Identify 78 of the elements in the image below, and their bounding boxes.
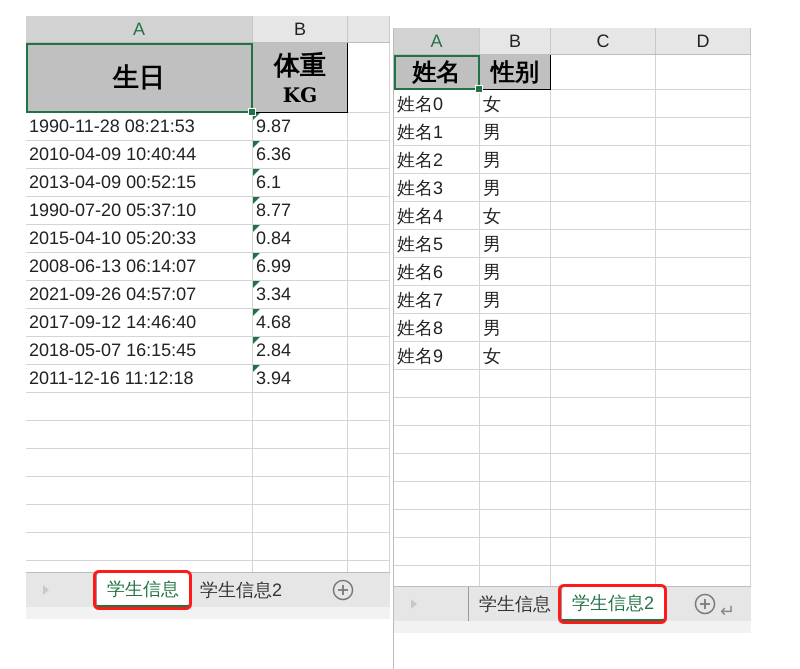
table-cell: 1990-11-28 08:21:53 bbox=[26, 113, 253, 141]
table-cell: 女 bbox=[480, 342, 551, 370]
table-cell: 0.84 bbox=[253, 225, 348, 253]
table-cell: 姓名5 bbox=[394, 230, 480, 258]
table-cell: 9.87 bbox=[253, 113, 348, 141]
empty-cell bbox=[348, 197, 390, 225]
empty-cell bbox=[480, 538, 551, 566]
empty-cell bbox=[480, 510, 551, 538]
empty-cell bbox=[480, 482, 551, 510]
table-cell: 2.84 bbox=[253, 337, 348, 365]
table-cell: 3.94 bbox=[253, 365, 348, 393]
table-cell: 6.1 bbox=[253, 169, 348, 197]
header-cell: 生日 bbox=[26, 43, 253, 113]
table-cell: 2015-04-10 05:20:33 bbox=[26, 225, 253, 253]
return-mark: ↵ bbox=[720, 600, 736, 622]
table-cell: 男 bbox=[480, 230, 551, 258]
empty-cell bbox=[348, 169, 390, 197]
table-cell: 1990-07-20 05:37:10 bbox=[26, 197, 253, 225]
column-header[interactable]: B bbox=[480, 28, 551, 54]
table-cell: 姓名4 bbox=[394, 202, 480, 230]
table-cell: 姓名9 bbox=[394, 342, 480, 370]
empty-cell bbox=[348, 421, 390, 449]
table-cell: 女 bbox=[480, 90, 551, 118]
empty-cell bbox=[348, 533, 390, 561]
table-cell: 2018-05-07 16:15:45 bbox=[26, 337, 253, 365]
header-cell: 姓名 bbox=[394, 55, 480, 90]
table-cell: 2011-12-16 11:12:18 bbox=[26, 365, 253, 393]
table-cell: 3.34 bbox=[253, 281, 348, 309]
table-cell: 男 bbox=[480, 286, 551, 314]
table-cell: 2017-09-12 14:46:40 bbox=[26, 309, 253, 337]
column-header[interactable]: B bbox=[253, 16, 348, 42]
table-cell: 姓名8 bbox=[394, 314, 480, 342]
header-cell: 性别 bbox=[480, 55, 551, 90]
table-cell: 2021-09-26 04:57:07 bbox=[26, 281, 253, 309]
table-cell: 男 bbox=[480, 314, 551, 342]
column-header[interactable]: A bbox=[394, 28, 480, 54]
empty-cell bbox=[480, 426, 551, 454]
table-cell: 2010-04-09 10:40:44 bbox=[26, 141, 253, 169]
empty-cell bbox=[348, 505, 390, 533]
empty-cell bbox=[348, 225, 390, 253]
table-cell: 姓名2 bbox=[394, 146, 480, 174]
table-cell: 4.68 bbox=[253, 309, 348, 337]
column-header[interactable]: A bbox=[26, 16, 253, 42]
table-cell: 女 bbox=[480, 202, 551, 230]
empty-cell bbox=[480, 370, 551, 398]
empty-cell bbox=[348, 365, 390, 393]
table-cell: 2008-06-13 06:14:07 bbox=[26, 253, 253, 281]
table-cell: 男 bbox=[480, 174, 551, 202]
empty-cell bbox=[348, 393, 390, 421]
sheet-tab[interactable]: 学生信息 bbox=[96, 573, 189, 607]
table-cell: 姓名6 bbox=[394, 258, 480, 286]
header-cell: 体重 KG bbox=[253, 43, 348, 113]
empty-cell bbox=[348, 141, 390, 169]
table-cell: 男 bbox=[480, 146, 551, 174]
column-header[interactable]: D bbox=[656, 28, 751, 54]
empty-cell bbox=[348, 309, 390, 337]
table-cell: 男 bbox=[480, 258, 551, 286]
sheet-tab[interactable]: 学生信息2 bbox=[561, 587, 664, 621]
table-cell: 姓名1 bbox=[394, 118, 480, 146]
column-header[interactable]: C bbox=[551, 28, 656, 54]
table-cell: 姓名0 bbox=[394, 90, 480, 118]
add-sheet-icon[interactable] bbox=[694, 593, 716, 615]
table-cell: 2013-04-09 00:52:15 bbox=[26, 169, 253, 197]
empty-cell bbox=[348, 281, 390, 309]
empty-cell bbox=[480, 398, 551, 426]
table-cell: 6.99 bbox=[253, 253, 348, 281]
empty-cell bbox=[348, 337, 390, 365]
table-cell: 姓名3 bbox=[394, 174, 480, 202]
table-cell: 男 bbox=[480, 118, 551, 146]
add-sheet-icon[interactable] bbox=[332, 579, 354, 601]
empty-cell bbox=[348, 253, 390, 281]
table-cell: 姓名7 bbox=[394, 286, 480, 314]
empty-cell bbox=[348, 477, 390, 505]
empty-cell bbox=[480, 454, 551, 482]
empty-cell bbox=[348, 449, 390, 477]
table-cell: 6.36 bbox=[253, 141, 348, 169]
table-cell: 8.77 bbox=[253, 197, 348, 225]
empty-cell bbox=[348, 113, 390, 141]
